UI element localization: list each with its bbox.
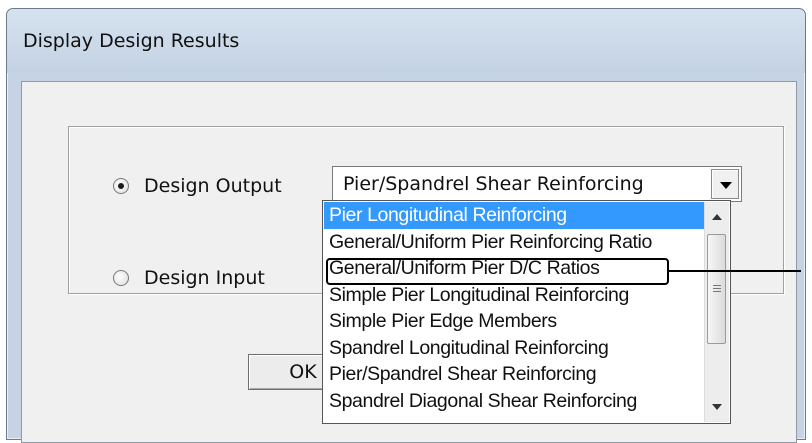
scroll-thumb[interactable]: [707, 234, 726, 344]
annotation-highlight-box: [326, 258, 669, 285]
dropdown-item-spandrel-longitudinal[interactable]: Spandrel Longitudinal Reinforcing: [324, 335, 704, 362]
dropdown-list[interactable]: Pier Longitudinal Reinforcing General/Un…: [322, 200, 731, 424]
dropdown-item-pier-longitudinal[interactable]: Pier Longitudinal Reinforcing: [324, 202, 704, 229]
design-output-label: Design Output: [144, 175, 282, 197]
design-output-option[interactable]: Design Output: [113, 175, 282, 197]
scroll-up-button[interactable]: [705, 206, 729, 228]
dropdown-item-general-uniform-reinforcing-ratio[interactable]: General/Uniform Pier Reinforcing Ratio: [324, 229, 704, 256]
grip-line: [713, 291, 721, 292]
grip-line: [713, 285, 721, 286]
grip-line: [713, 288, 721, 289]
design-input-radio[interactable]: [113, 270, 129, 286]
dropdown-item-simple-pier-edge-members[interactable]: Simple Pier Edge Members: [324, 308, 704, 335]
dropdown-items: Pier Longitudinal Reinforcing General/Un…: [324, 202, 704, 414]
chevron-down-icon: [712, 404, 722, 410]
chevron-up-icon: [712, 214, 722, 220]
window-title: Display Design Results: [23, 30, 240, 52]
design-input-option[interactable]: Design Input: [113, 267, 265, 289]
dropdown-item-simple-pier-longitudinal[interactable]: Simple Pier Longitudinal Reinforcing: [324, 282, 704, 309]
annotation-pointer-line: [669, 270, 801, 272]
design-output-combobox[interactable]: Pier/Spandrel Shear Reinforcing: [332, 166, 742, 202]
title-bar[interactable]: Display Design Results: [7, 9, 805, 73]
design-input-label: Design Input: [144, 267, 265, 289]
scroll-down-button[interactable]: [705, 396, 729, 418]
design-output-radio[interactable]: [113, 178, 129, 194]
dropdown-scrollbar[interactable]: [704, 202, 729, 422]
dropdown-item-pier-spandrel-shear[interactable]: Pier/Spandrel Shear Reinforcing: [324, 361, 704, 388]
dropdown-item-spandrel-diagonal-shear[interactable]: Spandrel Diagonal Shear Reinforcing: [324, 388, 704, 415]
chevron-down-icon: [720, 182, 732, 189]
combobox-dropdown-button[interactable]: [711, 169, 739, 199]
combobox-value: Pier/Spandrel Shear Reinforcing: [343, 173, 644, 195]
